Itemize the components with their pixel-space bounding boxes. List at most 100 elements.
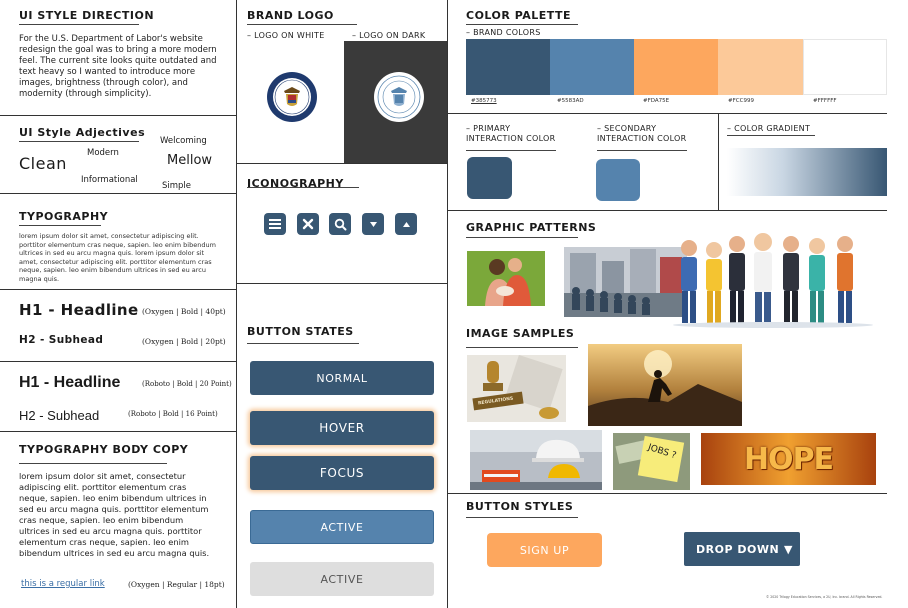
title-underline (466, 150, 556, 151)
search-icon[interactable] (329, 213, 351, 235)
h2-roboto-sample: H2 - Subhead (19, 408, 100, 423)
divider (236, 283, 447, 284)
active-button[interactable]: ACTIVE (250, 510, 434, 544)
primary-color-chip (467, 157, 512, 199)
hex-label: #385773 (471, 98, 497, 104)
body-copy-text: lorem ipsum dolor sit amet, consectetur … (19, 471, 210, 558)
adjective-informational: Informational (81, 175, 138, 185)
secondary-label-2: INTERACTION COLOR (597, 134, 687, 143)
h1-oxygen-sample: H1 - Headline (19, 301, 139, 319)
focus-button[interactable]: FOCUS (250, 456, 434, 490)
title-underline (466, 24, 578, 25)
section-title: BUTTON STYLES (466, 500, 574, 513)
divider (236, 163, 447, 164)
title-underline (19, 463, 167, 464)
brand-colors-label: – BRAND COLORS (466, 28, 541, 37)
hex-label: #FFFFFF (813, 98, 837, 104)
secondary-label: – SECONDARY (597, 124, 657, 133)
secondary-color-chip (596, 159, 640, 201)
section-title: TYPOGRAPHY BODY COPY (19, 443, 189, 456)
title-underline (727, 135, 815, 136)
hope-text: HOPE (743, 441, 834, 477)
divider-col-2 (447, 0, 448, 608)
regular-link[interactable]: this is a regular link (21, 579, 105, 589)
brand-swatch-4 (718, 39, 803, 95)
section-title: GRAPHIC PATTERNS (466, 221, 597, 234)
adjective-clean: Clean (19, 154, 67, 173)
dol-seal-logo (267, 72, 317, 122)
divider (0, 431, 236, 432)
divider (0, 289, 236, 290)
title-underline (247, 343, 359, 344)
adjective-simple: Simple (162, 181, 192, 191)
h2-oxygen-spec: (Oxygen | Bold | 20pt) (142, 337, 226, 346)
brand-swatch-5 (803, 39, 887, 95)
regulations-stamp-photo: REGULATIONS (467, 355, 566, 422)
section-title: COLOR PALETTE (466, 9, 572, 22)
caret-down-icon[interactable] (362, 213, 384, 235)
adjective-modern: Modern (87, 148, 119, 158)
section-title: ICONOGRAPHY (247, 177, 344, 190)
divider (447, 493, 887, 494)
caret-up-icon[interactable] (395, 213, 417, 235)
title-underline (466, 347, 578, 348)
title-underline (19, 225, 101, 226)
section-title: TYPOGRAPHY (19, 210, 109, 223)
title-underline (466, 517, 578, 518)
section-title: UI STYLE DIRECTION (19, 9, 155, 22)
dropdown-button[interactable]: DROP DOWN ▼ (684, 532, 800, 566)
brand-swatch-3 (634, 39, 718, 95)
menu-icon[interactable] (264, 213, 286, 235)
brand-swatch-2 (550, 39, 634, 95)
primary-label: – PRIMARY (466, 124, 511, 133)
signup-button[interactable]: SIGN UP (487, 533, 602, 567)
normal-button[interactable]: NORMAL (250, 361, 434, 395)
title-underline (247, 24, 357, 25)
hover-button[interactable]: HOVER (250, 411, 434, 445)
title-underline (19, 24, 139, 25)
brand-swatch-1 (466, 39, 550, 95)
copyright-footer: © 2020 Trilogy Education Services, a 2U,… (766, 595, 883, 599)
h1-roboto-spec: (Roboto | Bold | 20 Point) (142, 380, 232, 388)
title-underline (19, 141, 139, 142)
divider (0, 115, 236, 116)
jobs-note-photo: JOBS ? (613, 433, 690, 490)
logo-on-dark-label: – LOGO ON DARK (352, 31, 426, 40)
hex-label: #5583AD (557, 98, 584, 104)
logo-on-white-label: – LOGO ON WHITE (247, 31, 325, 40)
hex-label: #FCC999 (728, 98, 754, 104)
close-icon[interactable] (297, 213, 319, 235)
adjective-mellow: Mellow (167, 153, 213, 168)
dol-seal-logo-dark (374, 72, 424, 122)
body-copy-spec: (Oxygen | Regular | 18pt) (128, 580, 225, 589)
section-title: UI Style Adjectives (19, 126, 146, 139)
color-gradient-bar (727, 148, 887, 196)
dropdown-label: DROP DOWN (696, 542, 780, 556)
divider-col-1 (236, 0, 237, 608)
title-underline (597, 150, 687, 151)
divider (447, 210, 887, 211)
divider (0, 361, 236, 362)
chevron-down-icon: ▼ (783, 542, 793, 556)
section-title: IMAGE SAMPLES (466, 327, 575, 340)
family-illustration (467, 251, 545, 306)
professions-illustration (667, 230, 879, 328)
primary-label-2: INTERACTION COLOR (466, 134, 556, 143)
style-direction-body: For the U.S. Department of Labor's websi… (19, 34, 217, 99)
h2-oxygen-sample: H2 - Subhead (19, 334, 104, 346)
adjective-welcoming: Welcoming (160, 136, 207, 146)
h1-roboto-sample: H1 - Headline (19, 374, 121, 391)
mountain-climber-photo (588, 344, 742, 426)
divider (447, 113, 887, 114)
title-underline (466, 237, 578, 238)
typography-sample-text: lorem ipsum dolor sit amet, consectetur … (19, 232, 216, 283)
gradient-label: – COLOR GRADIENT (727, 124, 811, 133)
disabled-button: ACTIVE (250, 562, 434, 596)
h2-roboto-spec: (Roboto | Bold | 16 Point) (128, 410, 218, 418)
section-title: BRAND LOGO (247, 9, 334, 22)
section-title: BUTTON STATES (247, 325, 354, 338)
title-underline (247, 187, 359, 188)
hope-photo: HOPE (701, 433, 876, 485)
construction-helmet-photo (470, 430, 602, 490)
divider (718, 113, 719, 210)
